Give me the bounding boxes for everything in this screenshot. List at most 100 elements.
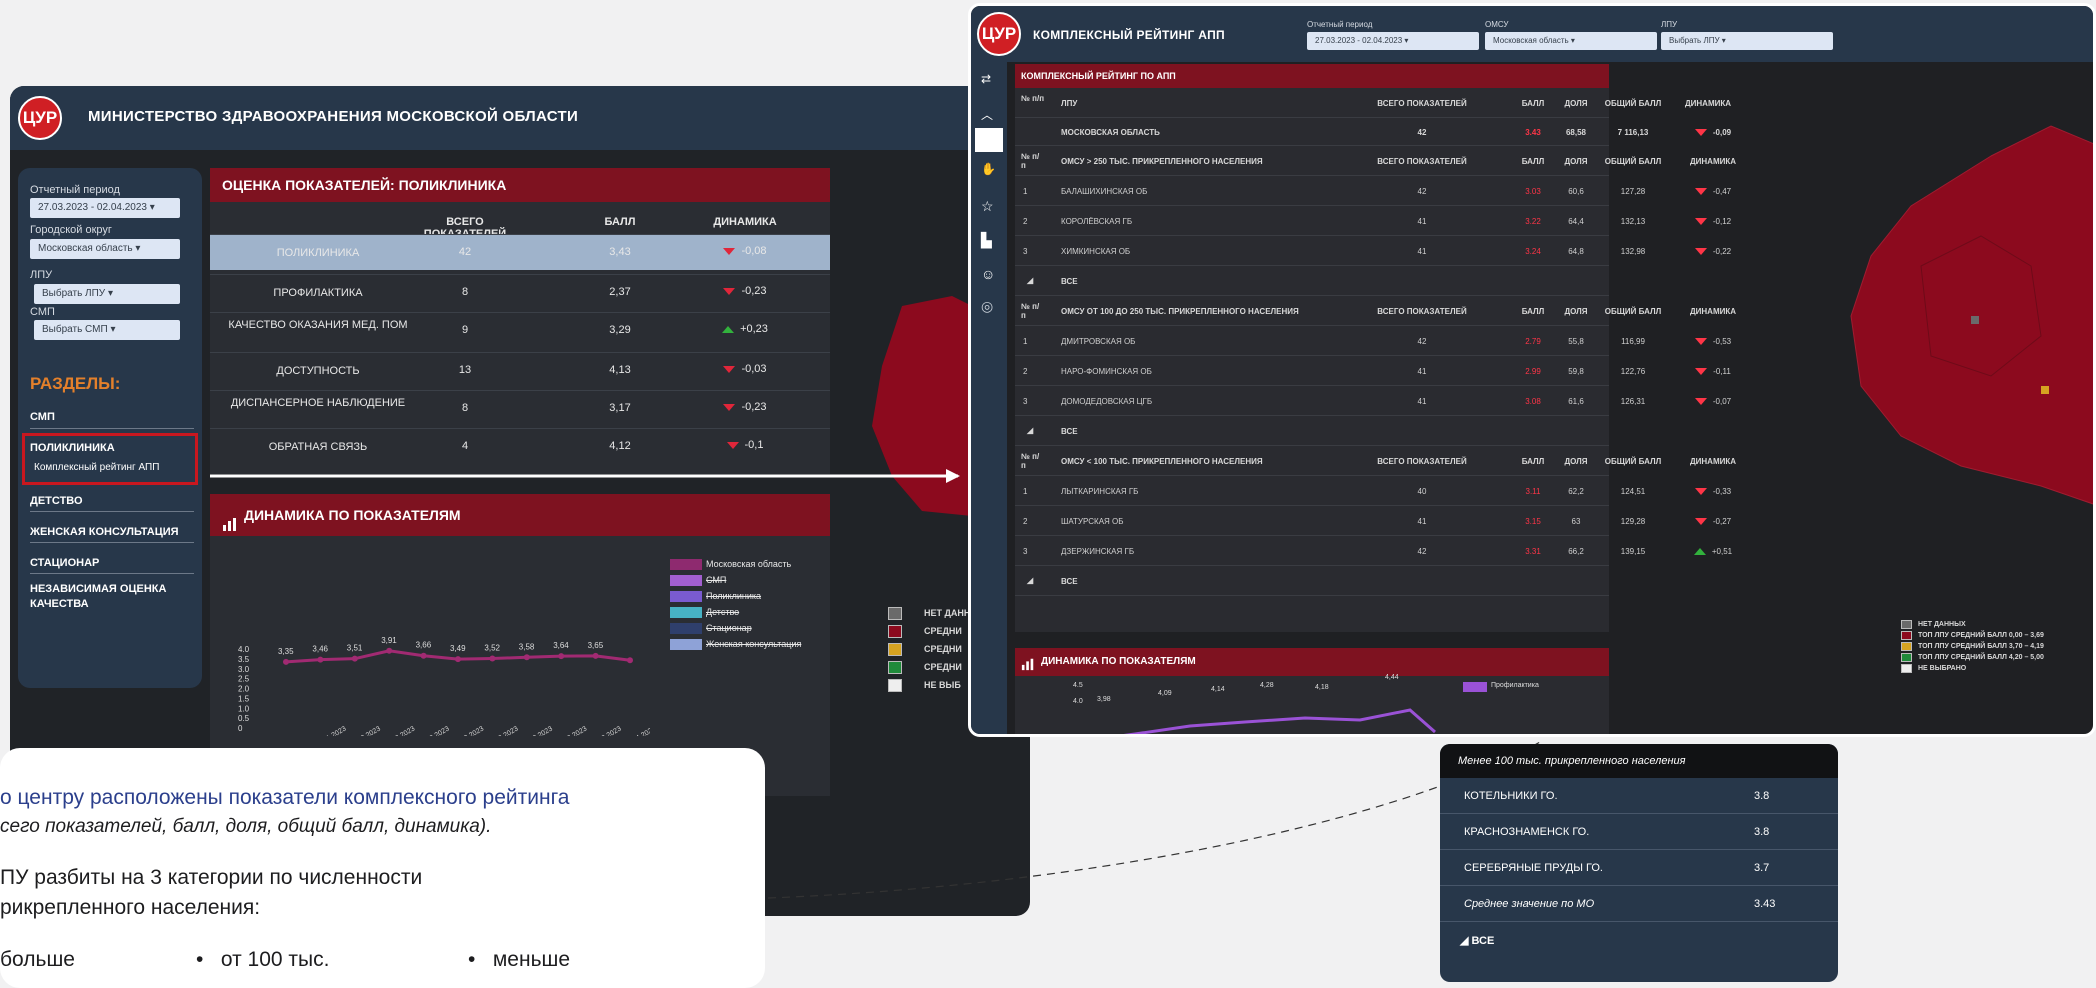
total-row[interactable]: МОСКОВСКАЯ ОБЛАСТЬ 42 3.43 68,58 7 116,13 -0,… [1015,118,1731,146]
collapse-triangle-icon[interactable]: ◢ [1027,576,1033,585]
chart-tab-icon[interactable] [975,128,1003,152]
table-row[interactable]: 2 НАРО-ФОМИНСКАЯ ОБ 41 2.99 59,8 122,76 -0,11 [1015,356,1731,386]
legend-label: Поликлиника [706,591,762,601]
dynamics-value: +0,23 [740,323,768,335]
legend-label: СМП [706,575,727,585]
column-header[interactable]: ДОЛЯ [1556,307,1596,316]
column-header[interactable]: ВСЕГО ПОКАЗАТЕЛЕЙ [1372,457,1472,466]
legend-item[interactable]: СМП [670,572,801,588]
table-row[interactable]: 2 КОРОЛЁВСКАЯ ГБ 41 3.22 64,4 132,13 -0,12 [1015,206,1731,236]
legend-label: НЕТ ДАННЫХ [1918,621,1966,628]
globe-icon[interactable]: ◎ [981,298,993,315]
district-select[interactable]: Московская область ▾ [30,239,180,259]
data-point[interactable] [283,658,289,665]
column-header[interactable]: ДОЛЯ [1556,157,1596,166]
data-label: 3,64 [553,641,569,650]
map-legend-item: ТОП ЛПУ СРЕДНИЙ БАЛЛ 0,00 – 3,69 [1901,630,2044,641]
section-quality[interactable]: НЕЗАВИСИМАЯ ОЦЕНКА КАЧЕСТВА [30,582,190,612]
column-header[interactable]: ДИНАМИКА [1673,457,1753,466]
column-header[interactable]: ДИНАМИКА [1673,157,1753,166]
table-row[interactable]: 1 ЛЫТКАРИНСКАЯ ГБ 40 3.11 62,2 124,51 -0,33 [1015,476,1731,506]
y-tick-label: 3.5 [238,655,250,664]
row-n: 1 [1023,337,1028,346]
table-row[interactable]: 2 ШАТУРСКАЯ ОБ 41 3.15 63 129,28 -0,27 [1015,506,1731,536]
section-smp[interactable]: СМП [30,411,55,423]
people-icon[interactable]: ☺ [981,266,995,282]
lpu-select[interactable]: Выбрать ЛПУ ▾ [1661,32,1833,50]
subsection-complex-rating[interactable]: Комплексный рейтинг АПП [34,462,159,473]
rank-row[interactable]: КРАСНОЗНАМЕНСК ГО. 3.8 [1440,814,1838,850]
rank-row[interactable]: Среднее значение по МО 3.43 [1440,886,1838,922]
total-cell: 68,58 [1565,128,1587,137]
row-dynamics: -0,23 [700,285,790,297]
table-row[interactable]: 3 ДОМОДЕДОВСКАЯ ЦГБ 41 3.08 61,6 126,31 -0,07 [1015,386,1731,416]
omsu-select[interactable]: Московская область ▾ [1485,32,1657,50]
row-n: 3 [1023,547,1028,556]
column-header: № п/п [1021,452,1040,470]
table-row[interactable]: 1 ДМИТРОВСКАЯ ОБ 42 2.79 55,8 116,99 -0,53 [1015,326,1731,356]
column-header[interactable]: БАЛЛ [1513,157,1553,166]
period-select[interactable]: 27.03.2023 - 02.04.2023 ▾ [30,198,180,218]
data-point[interactable] [317,656,324,663]
data-point[interactable] [592,652,599,659]
point-label: 3,98 [1097,696,1111,703]
collapse-triangle-icon[interactable]: ◢ [1027,276,1033,285]
data-point[interactable] [386,647,393,654]
expand-all-row[interactable]: ◢ ВСЕ [1015,416,1609,446]
data-label: 3,49 [450,644,466,653]
group-title[interactable]: ОМСУ > 250 ТЫС. ПРИКРЕПЛЕННОГО НАСЕЛЕНИЯ [1061,157,1361,166]
data-point[interactable] [558,653,565,660]
rank-row[interactable]: СЕРЕБРЯНЫЕ ПРУДЫ ГО. 3.7 [1440,850,1838,886]
rank-row[interactable]: КОТЕЛЬНИКИ ГО. 3.8 [1440,778,1838,814]
column-header[interactable]: ДОЛЯ [1556,457,1596,466]
section-womens-consult[interactable]: ЖЕНСКАЯ КОНСУЛЬТАЦИЯ [30,526,179,538]
legend-item[interactable]: Женская консультация [670,636,801,652]
table-row[interactable]: 1 БАЛАШИХИНСКАЯ ОБ 42 3.03 60,6 127,28 -0,47 [1015,176,1731,206]
table-row[interactable]: 3 ХИМКИНСКАЯ ОБ 41 3.24 64,8 132,98 -0,22 [1015,236,1731,266]
expand-all-row[interactable]: ◢ ВСЕ [1015,266,1609,296]
point-label: 4,28 [1260,682,1274,689]
column-header[interactable]: ВСЕГО ПОКАЗАТЕЛЕЙ [1372,307,1472,316]
collapse-triangle-icon[interactable]: ◢ [1027,426,1033,435]
column-header[interactable]: ОБЩИЙ БАЛЛ [1598,457,1668,466]
column-header[interactable]: ОБЩИЙ БАЛЛ [1598,307,1668,316]
column-header[interactable]: ВСЕГО ПОКАЗАТЕЛЕЙ [1372,157,1472,166]
group-title[interactable]: ОМСУ ОТ 100 ДО 250 ТЫС. ПРИКРЕПЛЕННОГО Н… [1061,307,1361,316]
data-point[interactable] [523,654,530,661]
total-dynamics: -0,09 [1673,128,1753,137]
y-tick-label: 0 [238,724,243,733]
swap-icon[interactable]: ⇄ [981,72,991,86]
legend-item[interactable]: Детство [670,604,801,620]
building-icon[interactable]: ▙ [981,232,992,249]
hand-icon[interactable]: ✋ [981,162,996,176]
row-score: 3.24 [1525,247,1541,256]
column-header[interactable]: БАЛЛ [1513,307,1553,316]
legend-item[interactable]: Стационар [670,620,801,636]
section-hospital[interactable]: СТАЦИОНАР [30,557,99,569]
data-point[interactable] [489,655,496,662]
data-point[interactable] [351,655,358,662]
row-share: 62,2 [1568,487,1584,496]
column-header[interactable]: ОБЩИЙ БАЛЛ [1598,157,1668,166]
rank-name: КРАСНОЗНАМЕНСК ГО. [1464,826,1590,838]
expand-all-row[interactable]: ◢ ВСЕ [1460,934,1494,947]
column-header[interactable]: ДИНАМИКА [1673,307,1753,316]
region-map[interactable] [1841,106,2096,526]
section-polyclinic[interactable]: ПОЛИКЛИНИКА [30,442,115,454]
chevron-up-icon[interactable]: ︿ [981,106,993,123]
data-point[interactable] [455,656,461,663]
legend-item[interactable]: Поликлиника [670,588,801,604]
expand-all-row[interactable]: ◢ ВСЕ [1015,566,1609,596]
table-row[interactable]: 3 ДЗЕРЖИНСКАЯ ГБ 42 3.31 66,2 139,15 +0,51 [1015,536,1732,566]
column-header[interactable]: БАЛЛ [1513,457,1553,466]
legend-item[interactable]: Московская область [670,556,801,572]
data-point[interactable] [420,652,427,659]
section-childhood[interactable]: ДЕТСТВО [30,495,83,507]
data-point[interactable] [627,657,633,664]
period-select[interactable]: 27.03.2023 - 02.04.2023 ▾ [1307,32,1479,50]
lpu-select[interactable]: Выбрать ЛПУ ▾ [34,284,180,304]
arrow-down-icon [1694,218,1707,226]
smp-select[interactable]: Выбрать СМП ▾ [34,320,180,340]
group-title[interactable]: ОМСУ < 100 ТЫС. ПРИКРЕПЛЕННОГО НАСЕЛЕНИЯ [1061,457,1361,466]
star-icon[interactable]: ☆ [981,198,994,215]
